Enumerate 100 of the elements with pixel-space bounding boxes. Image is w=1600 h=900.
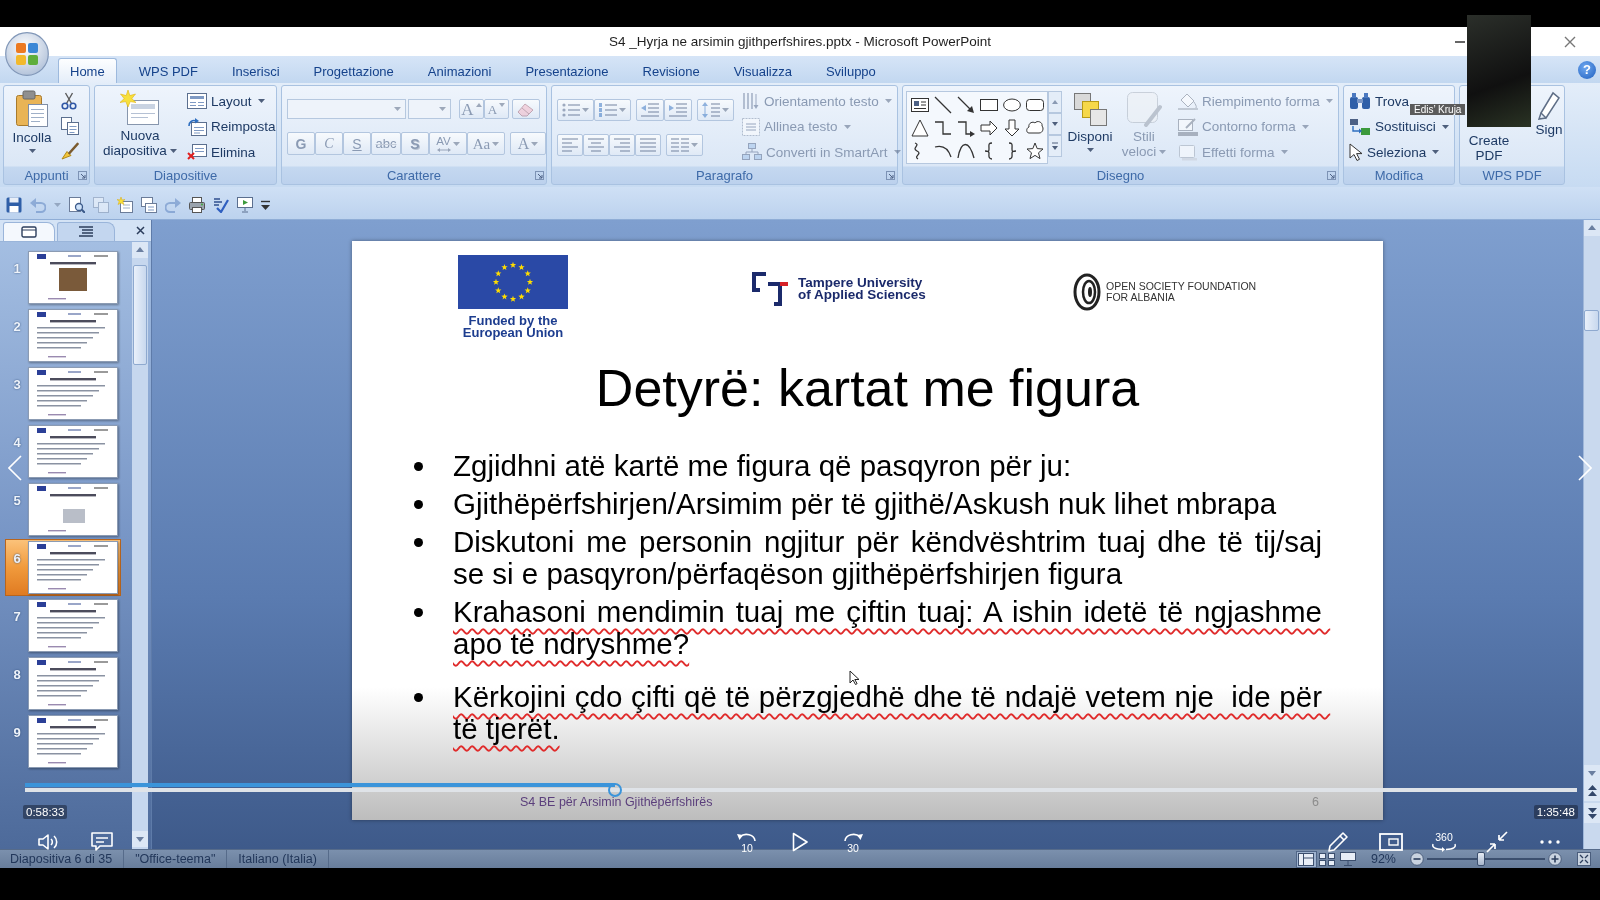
decrease-indent-icon — [641, 103, 659, 117]
cloud-shape-icon[interactable] — [1025, 118, 1044, 137]
expand-gallery-icon[interactable] — [1048, 135, 1062, 157]
slide-list-item[interactable]: 8 — [5, 655, 121, 712]
captions-icon[interactable] — [91, 832, 113, 852]
scissors-icon[interactable] — [61, 92, 77, 110]
save-icon[interactable] — [6, 197, 22, 213]
elbow-arrow-shape-icon[interactable] — [956, 118, 975, 137]
ribbon-tab[interactable]: Visualizza — [721, 58, 804, 83]
star-shape-icon[interactable] — [1025, 141, 1044, 160]
line-shape-icon[interactable] — [933, 95, 952, 114]
rewind-button[interactable]: 10 — [736, 831, 758, 853]
down-arrow-shape-icon[interactable] — [1002, 118, 1021, 137]
slide-list-item[interactable]: 2 — [5, 307, 121, 364]
ribbon-tab[interactable]: Sviluppo — [813, 58, 888, 83]
scrollbar-thumb[interactable] — [1584, 310, 1599, 331]
pen-icon[interactable] — [1327, 831, 1349, 853]
ribbon-tab[interactable]: Inserisci — [219, 58, 292, 83]
reset-button[interactable]: Reimposta — [185, 115, 278, 138]
slide-pages-icon[interactable] — [141, 197, 157, 213]
line-spacing-icon — [702, 102, 720, 118]
slides-tab[interactable] — [3, 222, 55, 241]
scroll-down-icon[interactable] — [132, 831, 148, 847]
ribbon-tab[interactable]: Revisione — [630, 58, 712, 83]
replace-button[interactable]: Sostituisci — [1347, 115, 1451, 138]
chevron-left-icon[interactable] — [8, 455, 22, 481]
dialog-launcher-icon[interactable] — [77, 171, 87, 180]
scrollbar-thumb[interactable] — [133, 265, 147, 365]
normal-view-button[interactable] — [1295, 850, 1317, 868]
office-logo-icon[interactable] — [5, 32, 49, 76]
ribbon-tab[interactable]: Home — [58, 58, 117, 83]
slide-list-item[interactable]: 6 — [5, 539, 121, 596]
scroll-up-icon[interactable] — [1584, 220, 1600, 236]
customize-menu-icon[interactable] — [261, 200, 270, 210]
picture-in-picture-icon[interactable] — [1379, 833, 1403, 851]
printer-icon[interactable] — [189, 197, 205, 213]
logo-text: OPEN SOCIETY FOUNDATION FOR ALBANIA — [1106, 281, 1257, 303]
next-slide-icon[interactable] — [1584, 803, 1600, 823]
scroll-down-icon[interactable] — [1584, 765, 1600, 781]
minimize-icon[interactable] — [1455, 40, 1465, 43]
slide-list-item[interactable]: 9 — [5, 713, 121, 770]
close-icon[interactable] — [136, 226, 145, 235]
group-label: Paragrafo — [694, 168, 755, 183]
play-icon[interactable] — [792, 832, 808, 852]
spell-check-icon[interactable] — [213, 197, 229, 213]
bullet-list-icon — [562, 103, 580, 117]
scroll-down-icon[interactable] — [1048, 113, 1062, 135]
curve-shape-icon[interactable] — [956, 141, 975, 160]
collapse-icon[interactable] — [1486, 831, 1508, 853]
create-pdf-button[interactable]: Create PDF — [1466, 131, 1512, 163]
ribbon-tab[interactable]: Progettazione — [301, 58, 406, 83]
arrange-button[interactable]: Disponi — [1066, 91, 1114, 152]
slide-list-item[interactable]: 1 — [5, 249, 121, 306]
bullet-text: Krahasoni mendimin tuaj me çiftin tuaj: A ishin idetë të ngjashme apo të ndryshme? — [453, 596, 1322, 660]
zoom-slider-thumb[interactable] — [1477, 852, 1486, 866]
scroll-up-icon[interactable] — [132, 242, 148, 258]
slide-sorter-icon — [1319, 852, 1336, 866]
ribbon-tab[interactable]: Animazioni — [415, 58, 504, 83]
close-icon[interactable] — [1564, 35, 1576, 48]
elbow-connector-shape-icon[interactable] — [933, 118, 952, 137]
slide-list-item[interactable]: 5 — [5, 481, 121, 538]
slideshow-icon — [1340, 852, 1357, 866]
right-arrow-shape-icon[interactable] — [979, 118, 998, 137]
slideshow-icon[interactable] — [237, 197, 253, 213]
copy-icon[interactable] — [61, 117, 79, 135]
select-button[interactable]: Seleziona — [1347, 141, 1451, 163]
arrow-shape-icon[interactable] — [956, 95, 975, 114]
cursor-arrow-icon — [1349, 143, 1363, 161]
sign-button[interactable]: Sign — [1534, 90, 1564, 137]
zoom-out-icon[interactable] — [1410, 852, 1424, 866]
slide-list-item[interactable]: 7 — [5, 597, 121, 654]
fit-to-window-icon[interactable] — [1577, 852, 1591, 866]
forward-button[interactable]: 30 — [842, 831, 864, 853]
oval-shape-icon[interactable] — [1002, 95, 1021, 114]
text-box-shape-icon[interactable] — [910, 95, 929, 114]
brush-icon[interactable] — [61, 142, 79, 160]
print-preview-icon[interactable] — [69, 197, 85, 213]
progress-thumb[interactable] — [607, 783, 622, 797]
ribbon-tab[interactable]: Presentazione — [513, 58, 621, 83]
new-slide-button[interactable]: Nuova diapositiva — [97, 90, 183, 158]
ribbon-tab[interactable]: WPS PDF — [126, 58, 210, 83]
layout-button[interactable]: Layout — [185, 90, 278, 112]
slideshow-button[interactable] — [1337, 850, 1359, 868]
previous-slide-icon[interactable] — [1584, 781, 1600, 801]
view-360-button[interactable]: 360 — [1431, 832, 1457, 852]
slide-sorter-button[interactable] — [1316, 850, 1338, 868]
paste-button[interactable]: Incolla — [9, 90, 55, 153]
slide-list-item[interactable]: 4 — [5, 423, 121, 480]
new-slide-icon[interactable] — [117, 197, 133, 213]
delete-button[interactable]: Elimina — [185, 141, 278, 163]
dialog-launcher-icon[interactable] — [1326, 171, 1336, 180]
more-icon[interactable] — [1540, 840, 1560, 844]
volume-icon[interactable] — [38, 833, 60, 851]
outline-tab[interactable] — [57, 222, 115, 241]
help-button[interactable]: ? — [1578, 60, 1596, 79]
zoom-in-icon[interactable] — [1548, 852, 1562, 866]
zoom-level[interactable]: 92% — [1370, 852, 1396, 866]
slide-list-item[interactable]: 3 — [5, 365, 121, 422]
chevron-right-icon[interactable] — [1578, 455, 1592, 481]
triangle-shape-icon[interactable] — [910, 118, 929, 137]
